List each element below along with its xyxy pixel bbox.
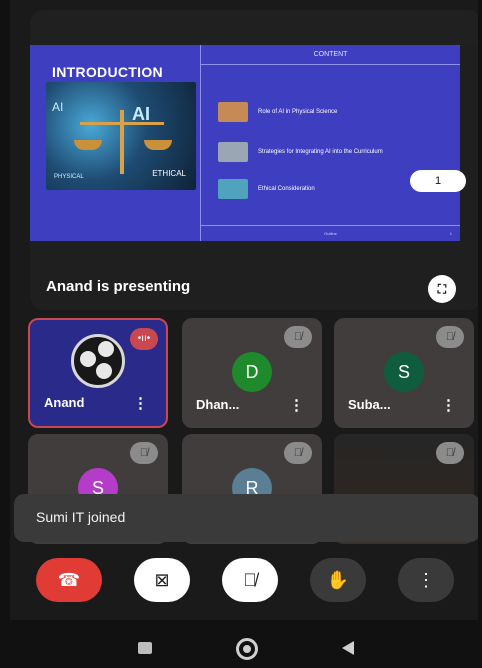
- participant-avatar: D: [232, 352, 272, 392]
- slide-divider: [200, 45, 201, 241]
- participant-avatar: S: [384, 352, 424, 392]
- content-thumbnail: [218, 142, 248, 162]
- slide-image-ethical-text: ETHICAL: [152, 169, 186, 178]
- slide-footer-label: Outline: [324, 231, 337, 236]
- mic-off-icon: 🎙̸: [284, 442, 312, 464]
- toast-text: Sumi IT joined: [36, 509, 126, 525]
- slide-title: INTRODUCTION: [52, 64, 163, 80]
- camera-toggle-button[interactable]: ⊠: [134, 558, 190, 602]
- mic-off-icon: 🎙̸: [243, 570, 257, 590]
- content-item-label: Role of AI in Physical Science: [258, 109, 338, 115]
- recent-apps-icon[interactable]: [138, 642, 152, 654]
- mic-off-icon: 🎙̸: [130, 442, 158, 464]
- slide-content-item: Strategies for Integrating AI into the C…: [218, 142, 383, 162]
- slide-image-ai-text: AI: [52, 100, 64, 114]
- end-call-button[interactable]: ☎: [36, 558, 102, 602]
- presentation-slide: INTRODUCTION AI AI PHYSICAL ETHICAL CONT…: [30, 45, 460, 241]
- participant-name: Dhan...: [196, 397, 240, 412]
- meet-screen: INTRODUCTION AI AI PHYSICAL ETHICAL CONT…: [10, 0, 478, 668]
- content-item-label: Strategies for Integrating AI into the C…: [258, 149, 383, 155]
- participant-more-button[interactable]: ⋮: [289, 396, 304, 414]
- slide-image: AI AI PHYSICAL ETHICAL: [46, 82, 196, 190]
- slide-image-physical-text: PHYSICAL: [54, 174, 84, 180]
- slide-content-header: CONTENT: [201, 45, 460, 65]
- content-item-label: Ethical Consideration: [258, 186, 315, 192]
- mic-off-icon: 🎙̸: [436, 442, 464, 464]
- home-icon[interactable]: [236, 638, 258, 660]
- more-vertical-icon: ⋮: [417, 570, 435, 590]
- scale-pan-left: [74, 140, 102, 150]
- raise-hand-button[interactable]: ✋: [310, 558, 366, 602]
- mic-toggle-button[interactable]: 🎙̸: [222, 558, 278, 602]
- camera-off-icon: ⊠: [154, 570, 170, 590]
- content-thumbnail: [218, 179, 248, 199]
- raise-hand-icon: ✋: [326, 570, 350, 590]
- slide-footer-page: 1: [449, 231, 452, 236]
- justice-scale-beam: [80, 122, 164, 125]
- presentation-tile[interactable]: INTRODUCTION AI AI PHYSICAL ETHICAL CONT…: [30, 10, 478, 310]
- mic-off-icon: 🎙̸: [284, 326, 312, 348]
- mic-off-icon: 🎙̸: [436, 326, 464, 348]
- participant-tile-dhan[interactable]: 🎙̸ D Dhan... ⋮: [182, 318, 322, 428]
- presenting-label: Anand is presenting: [46, 278, 191, 295]
- participant-more-button[interactable]: ⋮: [133, 394, 148, 412]
- content-thumbnail: [218, 102, 248, 122]
- fullscreen-icon: ⛶: [437, 282, 447, 296]
- phone-hangup-icon: ☎: [57, 570, 81, 590]
- speaking-indicator-icon: •ıı•: [130, 328, 158, 350]
- participant-name: Suba...: [348, 397, 391, 412]
- slide-content-item: Role of AI in Physical Science: [218, 102, 337, 122]
- participant-tile-suba[interactable]: 🎙̸ S Suba... ⋮: [334, 318, 474, 428]
- participant-more-button[interactable]: ⋮: [441, 396, 456, 414]
- participant-name: Anand: [44, 395, 85, 410]
- participant-tile-anand[interactable]: •ıı• Anand ⋮: [28, 318, 168, 428]
- page-indicator[interactable]: 1: [410, 170, 466, 192]
- join-toast: Sumi IT joined: [14, 494, 478, 542]
- slide-content-item: Ethical Consideration: [218, 179, 315, 199]
- obs-logo-icon: [71, 334, 125, 388]
- slide-footer: Outline 1: [201, 225, 460, 241]
- more-options-button[interactable]: ⋮: [398, 558, 454, 602]
- presentation-top-bar: [30, 10, 478, 44]
- scale-pan-right: [144, 140, 172, 150]
- back-icon[interactable]: [342, 641, 354, 655]
- justice-scale-icon: [120, 110, 124, 174]
- fullscreen-button[interactable]: ⛶: [428, 275, 456, 303]
- system-navigation-bar: [0, 620, 482, 668]
